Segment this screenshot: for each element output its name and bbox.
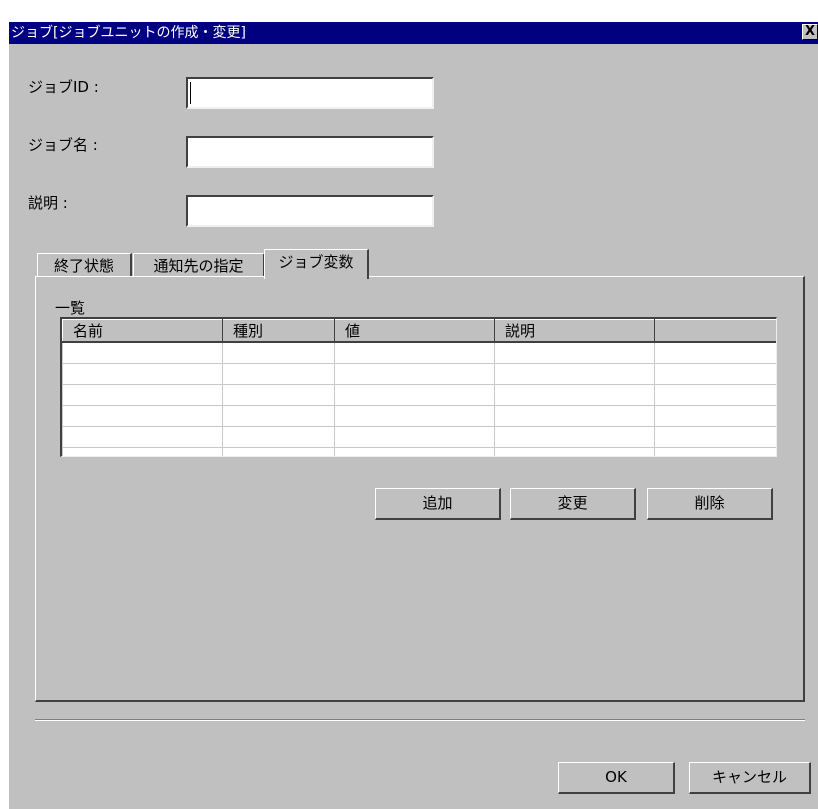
close-button[interactable]: X [802, 24, 818, 40]
table-cell[interactable] [62, 447, 223, 456]
table-cell[interactable] [334, 447, 495, 456]
table-row[interactable] [62, 363, 776, 385]
table-cell[interactable] [334, 426, 495, 448]
job-id-input[interactable] [186, 77, 434, 109]
tab-end-status-label: 終了状態 [53, 257, 114, 275]
table-cell[interactable] [62, 426, 223, 448]
table-row[interactable] [62, 426, 776, 448]
table-row[interactable] [62, 405, 776, 427]
job-name-label: ジョブ名 : [28, 136, 98, 154]
table-cell[interactable] [222, 363, 335, 385]
job-variables-panel: 一覧 名前 種別 値 説明 追加 変更 削除 [35, 276, 805, 702]
window-title: ジョブ[ジョブユニットの作成・変更] [11, 25, 246, 41]
table-cell[interactable] [222, 405, 335, 427]
table-cell[interactable] [494, 384, 655, 406]
cancel-button[interactable]: キャンセル [689, 762, 811, 794]
tab-notification-label: 通知先の指定 [153, 257, 244, 275]
job-name-input[interactable] [186, 136, 434, 168]
table-row[interactable] [62, 341, 776, 364]
table-cell[interactable] [334, 384, 495, 406]
add-button[interactable]: 追加 [375, 488, 501, 520]
table-cell[interactable] [494, 363, 655, 385]
table-cell[interactable] [494, 405, 655, 427]
column-header-description[interactable]: 説明 [494, 319, 655, 343]
table-cell[interactable] [222, 426, 335, 448]
variables-table[interactable]: 名前 種別 値 説明 [60, 317, 777, 457]
column-header-extra[interactable] [654, 319, 776, 343]
ok-button[interactable]: OK [558, 762, 675, 794]
table-cell[interactable] [222, 447, 335, 456]
description-label: 説明 : [28, 194, 68, 212]
separator [35, 719, 805, 721]
list-label: 一覧 [55, 299, 86, 317]
table-cell[interactable] [494, 426, 655, 448]
text-caret [190, 82, 191, 104]
tab-job-variables[interactable]: ジョブ変数 [264, 249, 369, 279]
table-cell[interactable] [62, 363, 223, 385]
table-cell[interactable] [654, 405, 776, 427]
delete-button[interactable]: 削除 [647, 488, 773, 520]
table-cell[interactable] [334, 341, 495, 364]
table-header-row: 名前 種別 値 説明 [62, 319, 776, 343]
job-dialog: ジョブ[ジョブユニットの作成・変更] X ジョブID : ジョブ名 : 説明 :… [9, 22, 818, 809]
table-cell[interactable] [494, 341, 655, 364]
description-input[interactable] [186, 195, 434, 227]
column-header-type[interactable]: 種別 [222, 319, 335, 343]
tab-job-variables-label: ジョブ変数 [278, 253, 354, 271]
table-cell[interactable] [222, 384, 335, 406]
table-row[interactable] [62, 384, 776, 406]
column-header-name[interactable]: 名前 [62, 319, 223, 343]
table-cell[interactable] [334, 363, 495, 385]
table-row[interactable] [62, 447, 776, 456]
table-cell[interactable] [334, 405, 495, 427]
title-bar[interactable]: ジョブ[ジョブユニットの作成・変更] X [9, 22, 818, 44]
job-id-label: ジョブID : [28, 78, 99, 96]
table-cell[interactable] [654, 426, 776, 448]
table-cell[interactable] [62, 405, 223, 427]
column-header-value[interactable]: 値 [334, 319, 495, 343]
modify-button[interactable]: 変更 [510, 488, 636, 520]
table-cell[interactable] [654, 341, 776, 364]
table-cell[interactable] [654, 363, 776, 385]
table-cell[interactable] [222, 341, 335, 364]
table-cell[interactable] [62, 341, 223, 364]
table-cell[interactable] [62, 384, 223, 406]
table-cell[interactable] [654, 447, 776, 456]
table-cell[interactable] [494, 447, 655, 456]
close-icon: X [804, 24, 816, 39]
table-cell[interactable] [654, 384, 776, 406]
